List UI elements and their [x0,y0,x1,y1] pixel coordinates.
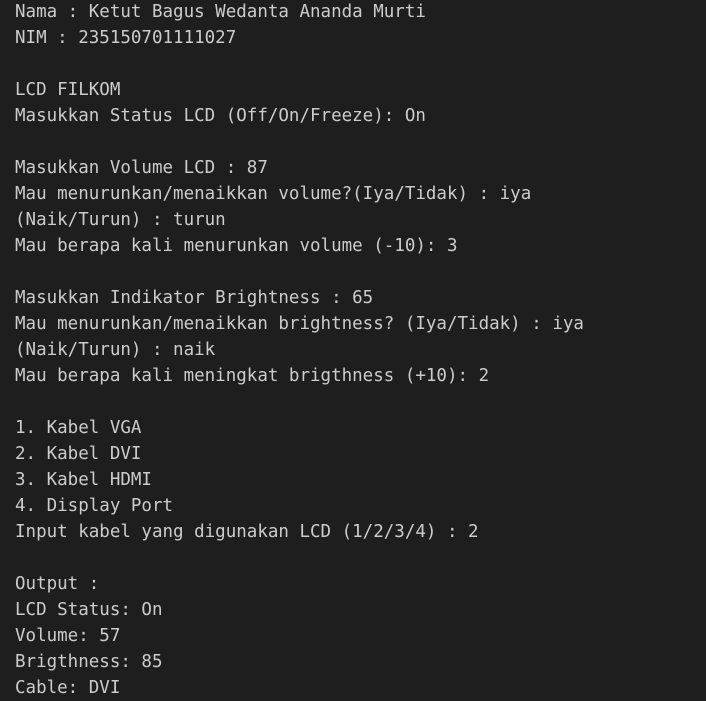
terminal-line-brightness-prompt: Masukkan Indikator Brightness : 65 [15,288,374,308]
terminal-line-brightness-direction: (Naik/Turun) : naik [15,340,216,360]
terminal-line-nim: NIM : 235150701111027 [15,28,237,48]
terminal-line-volume-direction: (Naik/Turun) : turun [15,210,226,230]
terminal-output[interactable]: Nama : Ketut Bagus Wedanta Ananda Murti … [0,0,706,701]
terminal-line-output-cable: Cable: DVI [15,678,121,698]
terminal-line-status-prompt: Masukkan Status LCD (Off/On/Freeze): On [15,106,426,126]
terminal-line-output-status: LCD Status: On [15,600,163,620]
terminal-line-program-title: LCD FILKOM [15,80,121,100]
terminal-line-brightness-times: Mau berapa kali meningkat brigthness (+1… [15,366,490,386]
terminal-line-name: Nama : Ketut Bagus Wedanta Ananda Murti [15,2,426,22]
terminal-line-volume-times: Mau berapa kali menurunkan volume (-10):… [15,236,458,256]
terminal-line-output-volume: Volume: 57 [15,626,121,646]
terminal-line-volume-change-prompt: Mau menurunkan/menaikkan volume?(Iya/Tid… [15,184,532,204]
terminal-line-cable-option: 1. Kabel VGA [15,418,142,438]
terminal-line-cable-option: 2. Kabel DVI [15,444,142,464]
terminal-line-volume-prompt: Masukkan Volume LCD : 87 [15,158,268,178]
terminal-line-brightness-change-prompt: Mau menurunkan/menaikkan brightness? (Iy… [15,314,584,334]
terminal-line-output-brightness: Brigthness: 85 [15,652,163,672]
terminal-line-cable-prompt: Input kabel yang digunakan LCD (1/2/3/4)… [15,522,479,542]
terminal-line-output-header: Output : [15,574,100,594]
terminal-line-cable-option: 4. Display Port [15,496,174,516]
terminal-line-cable-option: 3. Kabel HDMI [15,470,152,490]
